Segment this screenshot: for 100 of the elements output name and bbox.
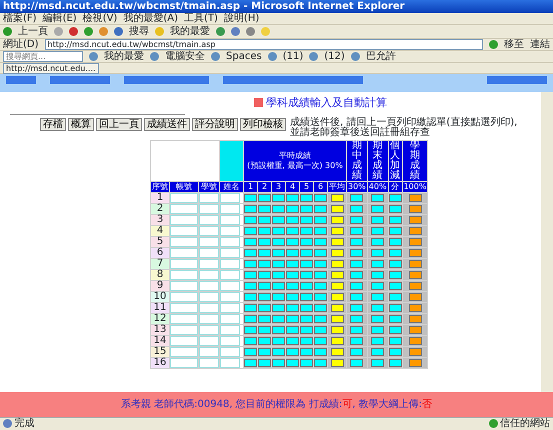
text-input[interactable]	[199, 259, 219, 269]
text-input[interactable]	[220, 248, 240, 258]
address-field[interactable]: http://msd.ncut.edu.tw/wbcmst/tmain.asp	[44, 39, 483, 50]
score-input[interactable]	[286, 205, 299, 213]
favorites-button[interactable]: 我的最愛	[170, 26, 210, 37]
toolbar-link[interactable]: (12)	[324, 51, 345, 62]
score-input[interactable]	[408, 315, 422, 323]
text-input[interactable]	[199, 325, 219, 335]
score-input[interactable]	[258, 315, 271, 323]
score-input[interactable]	[371, 326, 384, 334]
score-input[interactable]	[371, 359, 384, 367]
text-input[interactable]	[220, 270, 240, 280]
score-input[interactable]	[408, 293, 422, 301]
score-input[interactable]	[300, 315, 313, 323]
score-input[interactable]	[388, 194, 402, 202]
score-input[interactable]	[300, 337, 313, 345]
text-input[interactable]	[170, 248, 198, 258]
score-input[interactable]	[408, 304, 422, 312]
score-input[interactable]	[272, 315, 285, 323]
score-input[interactable]	[272, 293, 285, 301]
score-input[interactable]	[408, 348, 422, 356]
score-input[interactable]	[286, 194, 299, 202]
score-input[interactable]	[350, 271, 364, 279]
score-input[interactable]	[371, 337, 384, 345]
score-input[interactable]	[286, 227, 299, 235]
score-input[interactable]	[330, 359, 344, 367]
score-input[interactable]	[314, 249, 327, 257]
score-input[interactable]	[388, 359, 402, 367]
score-input[interactable]	[258, 216, 271, 224]
score-input[interactable]	[258, 359, 271, 367]
score-input[interactable]	[371, 282, 384, 290]
score-input[interactable]	[258, 348, 271, 356]
score-input[interactable]	[350, 326, 364, 334]
text-input[interactable]	[170, 237, 198, 247]
text-input[interactable]	[220, 204, 240, 214]
score-input[interactable]	[286, 337, 299, 345]
score-input[interactable]	[272, 249, 285, 257]
text-input[interactable]	[220, 259, 240, 269]
score-input[interactable]	[258, 227, 271, 235]
score-input[interactable]	[371, 293, 384, 301]
score-input[interactable]	[286, 282, 299, 290]
score-input[interactable]	[371, 271, 384, 279]
score-input[interactable]	[330, 304, 344, 312]
score-input[interactable]	[300, 348, 313, 356]
text-input[interactable]	[170, 325, 198, 335]
text-input[interactable]	[170, 193, 198, 203]
score-input[interactable]	[272, 359, 285, 367]
score-input[interactable]	[314, 216, 327, 224]
score-input[interactable]	[244, 260, 257, 268]
score-input[interactable]	[371, 194, 384, 202]
score-input[interactable]	[314, 337, 327, 345]
score-input[interactable]	[350, 337, 364, 345]
score-input[interactable]	[258, 194, 271, 202]
score-input[interactable]	[258, 282, 271, 290]
score-input[interactable]	[388, 282, 402, 290]
score-input[interactable]	[350, 249, 364, 257]
score-input[interactable]	[388, 238, 402, 246]
form-button[interactable]: 存檔	[40, 118, 66, 131]
text-input[interactable]	[170, 226, 198, 236]
score-input[interactable]	[330, 326, 344, 334]
toolbar-link[interactable]: 電腦安全	[165, 51, 205, 62]
text-input[interactable]	[170, 259, 198, 269]
text-input[interactable]	[170, 358, 198, 368]
score-input[interactable]	[388, 227, 402, 235]
score-input[interactable]	[300, 304, 313, 312]
score-input[interactable]	[244, 238, 257, 246]
score-input[interactable]	[314, 205, 327, 213]
score-input[interactable]	[330, 315, 344, 323]
score-input[interactable]	[300, 216, 313, 224]
toolbar-link[interactable]: (11)	[282, 51, 304, 62]
score-input[interactable]	[388, 205, 402, 213]
score-input[interactable]	[258, 249, 271, 257]
text-input[interactable]	[220, 281, 240, 291]
score-input[interactable]	[286, 238, 299, 246]
text-input[interactable]	[170, 347, 198, 357]
text-input[interactable]	[170, 281, 198, 291]
score-input[interactable]	[388, 249, 402, 257]
score-input[interactable]	[388, 315, 402, 323]
score-input[interactable]	[244, 315, 257, 323]
text-input[interactable]	[199, 226, 219, 236]
score-input[interactable]	[314, 238, 327, 246]
score-input[interactable]	[300, 249, 313, 257]
score-input[interactable]	[258, 326, 271, 334]
text-input[interactable]	[170, 292, 198, 302]
text-input[interactable]	[170, 270, 198, 280]
score-input[interactable]	[408, 326, 422, 334]
score-input[interactable]	[350, 293, 364, 301]
text-input[interactable]	[199, 204, 219, 214]
score-input[interactable]	[330, 271, 344, 279]
score-input[interactable]	[286, 348, 299, 356]
score-input[interactable]	[408, 271, 422, 279]
score-input[interactable]	[258, 238, 271, 246]
score-input[interactable]	[314, 282, 327, 290]
score-input[interactable]	[286, 359, 299, 367]
score-input[interactable]	[300, 227, 313, 235]
score-input[interactable]	[272, 194, 285, 202]
form-button[interactable]: 評分說明	[192, 118, 238, 131]
score-input[interactable]	[350, 260, 364, 268]
score-input[interactable]	[408, 337, 422, 345]
menu-item[interactable]: 我的最愛(A)	[123, 13, 178, 24]
